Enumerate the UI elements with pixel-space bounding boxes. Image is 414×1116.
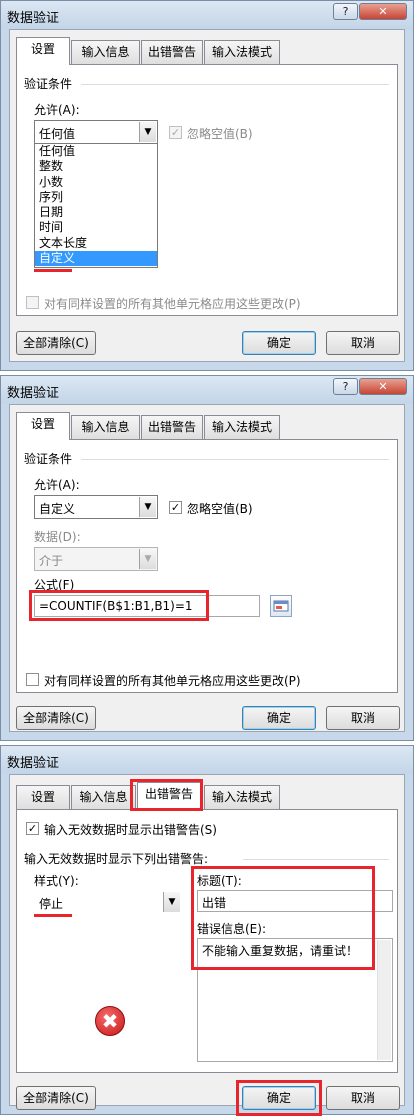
chevron-down-icon[interactable]: ▼ bbox=[163, 892, 180, 912]
ignore-blank-label[interactable]: 忽略空值(B) bbox=[187, 500, 253, 517]
section-divider bbox=[243, 859, 389, 860]
tab-settings[interactable]: 设置 bbox=[16, 785, 70, 809]
dialog-title: 数据验证 bbox=[7, 386, 60, 401]
ok-button[interactable]: 确定 bbox=[242, 1086, 316, 1110]
apply-all-label: 对有同样设置的所有其他单元格应用这些更改(P) bbox=[44, 297, 301, 311]
show-alert-label[interactable]: 输入无效数据时显示出错警告(S) bbox=[44, 821, 217, 838]
titlebar: 数据验证 ? ✕ bbox=[1, 1, 413, 29]
tab-error-alert[interactable]: 出错警告 bbox=[141, 40, 203, 64]
clear-all-button[interactable]: 全部清除(C) bbox=[16, 1086, 96, 1110]
show-alert-checkbox[interactable]: ✓ bbox=[26, 822, 39, 835]
tab-settings[interactable]: 设置 bbox=[16, 37, 70, 65]
tab-ime-mode[interactable]: 输入法模式 bbox=[204, 415, 280, 439]
settings-panel: 验证条件 允许(A): 任何值 ▼ ✓ 忽略空值(B) 任何值 整数 小数 序列… bbox=[16, 64, 398, 316]
option-list[interactable]: 序列 bbox=[35, 190, 157, 205]
help-button[interactable]: ? bbox=[333, 3, 358, 20]
dialog-title: 数据验证 bbox=[7, 756, 60, 771]
ok-button[interactable]: 确定 bbox=[242, 706, 316, 730]
title-input[interactable]: 出错 bbox=[197, 890, 393, 912]
style-underline bbox=[34, 914, 72, 917]
ignore-blank-label: 忽略空值(B) bbox=[187, 127, 253, 141]
style-label: 样式(Y): bbox=[34, 874, 79, 888]
help-button[interactable]: ? bbox=[333, 378, 358, 395]
dialog-1: 数据验证 ? ✕ 设置 输入信息 出错警告 输入法模式 验证条件 允许(A): … bbox=[0, 0, 414, 371]
allow-select-value: 任何值 bbox=[39, 127, 76, 141]
message-textarea-value: 不能输入重复数据，请重试！ bbox=[202, 944, 359, 958]
dialog-2: 数据验证 ? ✕ 设置 输入信息 出错警告 输入法模式 验证条件 允许(A): … bbox=[0, 375, 414, 741]
settings-panel: 验证条件 允许(A): 自定义 ▼ ✓ 忽略空值(B) 数据(D): 介于 ▼ … bbox=[16, 439, 398, 693]
stop-icon: ✖ bbox=[95, 1006, 125, 1036]
tab-settings[interactable]: 设置 bbox=[16, 412, 70, 440]
close-button[interactable]: ✕ bbox=[359, 3, 407, 20]
data-select: 介于 ▼ bbox=[34, 547, 158, 571]
tab-input-message[interactable]: 输入信息 bbox=[71, 415, 140, 439]
apply-all-label[interactable]: 对有同样设置的所有其他单元格应用这些更改(P) bbox=[44, 672, 301, 689]
cancel-button[interactable]: 取消 bbox=[326, 706, 400, 730]
formula-input[interactable]: =COUNTIF(B$1:B1,B1)=1 bbox=[34, 595, 260, 617]
section-divider bbox=[81, 84, 389, 85]
allow-options-list[interactable]: 任何值 整数 小数 序列 日期 时间 文本长度 自定义 bbox=[34, 143, 158, 268]
tab-input-message[interactable]: 输入信息 bbox=[71, 785, 136, 809]
option-integer[interactable]: 整数 bbox=[35, 159, 157, 174]
data-select-value: 介于 bbox=[39, 554, 64, 568]
chevron-down-icon[interactable]: ▼ bbox=[139, 122, 156, 142]
message-textarea[interactable]: 不能输入重复数据，请重试！ bbox=[197, 938, 393, 1062]
option-custom[interactable]: 自定义 bbox=[35, 251, 157, 267]
formula-input-value: =COUNTIF(B$1:B1,B1)=1 bbox=[39, 599, 193, 613]
title-input-value: 出错 bbox=[202, 896, 227, 910]
dialog-title: 数据验证 bbox=[7, 11, 60, 26]
formula-label: 公式(F) bbox=[34, 578, 75, 592]
style-select[interactable]: 停止 ▼ bbox=[34, 890, 182, 914]
section-label: 验证条件 bbox=[24, 452, 73, 466]
ok-button[interactable]: 确定 bbox=[242, 331, 316, 355]
section-label: 验证条件 bbox=[24, 77, 73, 91]
message-label: 错误信息(E): bbox=[197, 922, 266, 936]
option-time[interactable]: 时间 bbox=[35, 220, 157, 235]
allow-select[interactable]: 任何值 ▼ bbox=[34, 120, 158, 144]
ref-collapse-icon[interactable] bbox=[270, 595, 292, 617]
allow-label: 允许(A): bbox=[34, 478, 80, 492]
dialog-body: 设置 输入信息 出错警告 输入法模式 验证条件 允许(A): 自定义 ▼ ✓ 忽… bbox=[9, 404, 405, 732]
tab-error-alert[interactable]: 出错警告 bbox=[141, 415, 203, 439]
allow-select-value: 自定义 bbox=[39, 502, 76, 516]
tab-ime-mode[interactable]: 输入法模式 bbox=[204, 785, 280, 809]
data-label: 数据(D): bbox=[34, 530, 81, 544]
apply-all-checkbox[interactable] bbox=[26, 673, 39, 686]
tab-input-message[interactable]: 输入信息 bbox=[71, 40, 140, 64]
cancel-button[interactable]: 取消 bbox=[326, 331, 400, 355]
allow-label: 允许(A): bbox=[34, 103, 80, 117]
ignore-blank-checkbox[interactable]: ✓ bbox=[169, 501, 182, 514]
chevron-down-icon[interactable]: ▼ bbox=[139, 497, 156, 517]
titlebar: 数据验证 ? ✕ bbox=[1, 376, 413, 404]
allow-select[interactable]: 自定义 ▼ bbox=[34, 495, 158, 519]
clear-all-button[interactable]: 全部清除(C) bbox=[16, 706, 96, 730]
option-any[interactable]: 任何值 bbox=[35, 144, 157, 159]
ignore-blank-checkbox: ✓ bbox=[169, 126, 182, 139]
close-button[interactable]: ✕ bbox=[359, 378, 407, 395]
selection-underline bbox=[34, 269, 72, 272]
dialog-3: 数据验证 设置 输入信息 出错警告 输入法模式 ✓ 输入无效数据时显示出错警告(… bbox=[0, 745, 414, 1116]
option-text-length[interactable]: 文本长度 bbox=[35, 236, 157, 251]
dialog-body: 设置 输入信息 出错警告 输入法模式 验证条件 允许(A): 任何值 ▼ ✓ 忽… bbox=[9, 29, 405, 362]
section-divider bbox=[81, 459, 389, 460]
error-alert-panel: ✓ 输入无效数据时显示出错警告(S) 输入无效数据时显示下列出错警告: 样式(Y… bbox=[16, 809, 398, 1073]
apply-all-checkbox bbox=[26, 296, 39, 309]
title-label: 标题(T): bbox=[197, 874, 242, 888]
message-scrollbar[interactable] bbox=[377, 940, 391, 1060]
style-select-value: 停止 bbox=[39, 897, 64, 911]
section-label: 输入无效数据时显示下列出错警告: bbox=[24, 852, 209, 866]
titlebar: 数据验证 bbox=[1, 746, 413, 774]
tab-error-alert[interactable]: 出错警告 bbox=[137, 782, 201, 810]
cancel-button[interactable]: 取消 bbox=[326, 1086, 400, 1110]
tab-ime-mode[interactable]: 输入法模式 bbox=[204, 40, 280, 64]
dialog-body: 设置 输入信息 出错警告 输入法模式 ✓ 输入无效数据时显示出错警告(S) 输入… bbox=[9, 774, 405, 1116]
option-date[interactable]: 日期 bbox=[35, 205, 157, 220]
option-decimal[interactable]: 小数 bbox=[35, 175, 157, 190]
chevron-down-icon: ▼ bbox=[139, 549, 156, 569]
clear-all-button[interactable]: 全部清除(C) bbox=[16, 331, 96, 355]
